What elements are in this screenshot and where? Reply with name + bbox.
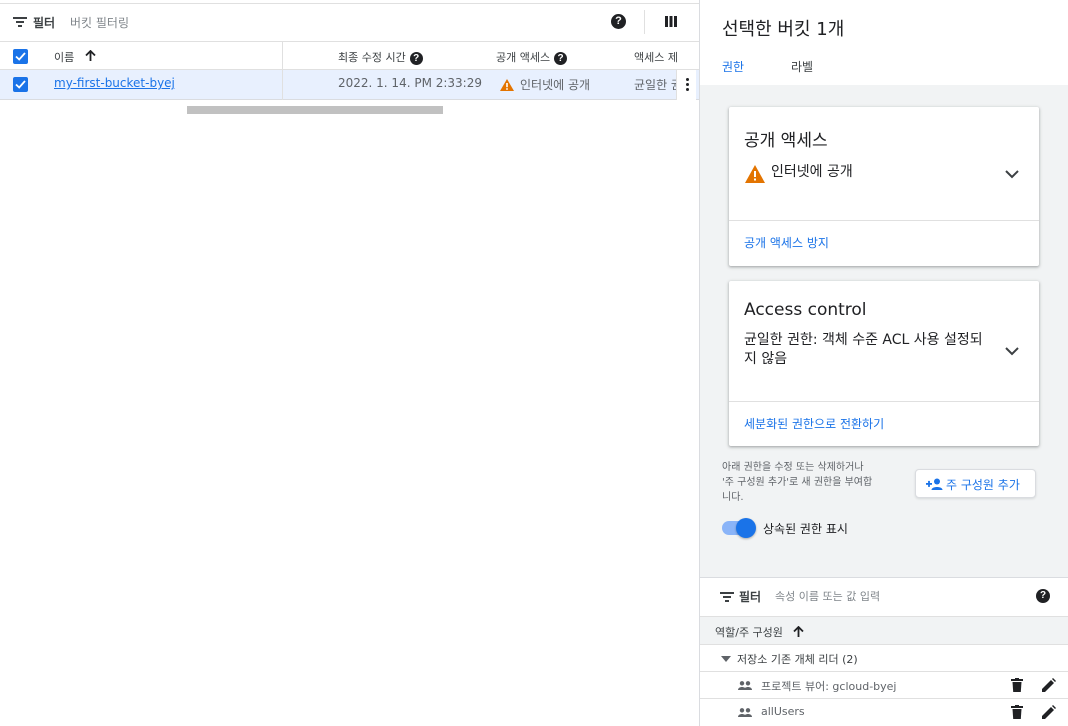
access-control-cell: 균일한 권 bbox=[634, 78, 676, 92]
group-icon bbox=[738, 708, 752, 717]
toggle-thumb bbox=[736, 518, 756, 538]
info-line: '주 구성원 추가'로 새 권한을 부여합 bbox=[722, 477, 873, 488]
updated-cell: 2022. 1. 14. PM 2:33:29 bbox=[338, 76, 482, 90]
info-panel: 선택한 버킷 1개 권한 라벨 공개 액세스 인터넷에 공개 공개 액세스 방지… bbox=[699, 0, 1068, 726]
tab-permissions[interactable]: 권한 bbox=[722, 58, 744, 75]
member-label: 프로젝트 뷰어: gcloud-byej bbox=[761, 680, 897, 693]
toolbar-divider bbox=[644, 10, 645, 34]
row-checkbox[interactable] bbox=[13, 77, 28, 92]
access-control-card: Access control 균일한 권한: 객체 수준 ACL 사용 설정되 … bbox=[729, 281, 1039, 446]
header-name[interactable]: 이름 bbox=[54, 49, 96, 65]
trash-icon[interactable] bbox=[1011, 678, 1023, 692]
filter-icon[interactable] bbox=[720, 592, 734, 602]
role-group-label: 저장소 기존 개체 리더 (2) bbox=[737, 653, 858, 666]
panel-header: 선택한 버킷 1개 권한 라벨 bbox=[700, 0, 1068, 85]
chevron-down-icon[interactable] bbox=[1005, 347, 1019, 356]
bucket-toolbar: 필터 버킷 필터링 ? bbox=[0, 4, 699, 41]
tab-labels[interactable]: 라벨 bbox=[791, 58, 813, 75]
role-group-row[interactable]: 저장소 기존 개체 리더 (2) bbox=[700, 644, 1068, 671]
permissions-header: 역할/주 구성원 bbox=[700, 616, 1068, 644]
select-all-checkbox[interactable] bbox=[13, 49, 28, 64]
bucket-list-pane: 필터 버킷 필터링 ? 이름 최종 수정 시간? 공개 액세스 ? 액세스 제 … bbox=[0, 0, 699, 726]
more-options-icon[interactable] bbox=[676, 70, 696, 100]
card-divider bbox=[729, 401, 1039, 402]
inherited-permissions-label: 상속된 권한 표시 bbox=[763, 522, 848, 536]
sort-ascending-icon[interactable] bbox=[793, 625, 805, 638]
header-role-principal-label: 역할/주 구성원 bbox=[715, 626, 783, 639]
list-item[interactable]: allUsers bbox=[700, 698, 1068, 725]
header-name-label: 이름 bbox=[54, 51, 75, 64]
header-public-access-label: 공개 액세스 bbox=[496, 51, 551, 64]
add-principal-label: 주 구성원 추가 bbox=[946, 478, 1020, 492]
prevent-public-access-link[interactable]: 공개 액세스 방지 bbox=[744, 234, 829, 251]
warning-icon bbox=[500, 79, 514, 91]
add-person-icon bbox=[926, 478, 943, 490]
sort-ascending-icon[interactable] bbox=[85, 49, 96, 62]
info-line: 니다. bbox=[722, 492, 744, 503]
access-control-status: 균일한 권한: 객체 수준 ACL 사용 설정되 지 않음 bbox=[744, 331, 1009, 369]
column-display-icon[interactable] bbox=[665, 16, 677, 27]
edit-pencil-icon[interactable] bbox=[1042, 705, 1056, 719]
check-icon bbox=[15, 80, 26, 89]
trash-icon[interactable] bbox=[1011, 705, 1023, 719]
warning-icon bbox=[745, 165, 765, 183]
inherited-permissions-toggle[interactable] bbox=[722, 518, 756, 538]
check-icon bbox=[15, 52, 26, 61]
public-access-status: 인터넷에 공개 bbox=[771, 164, 853, 180]
table-row[interactable]: my-first-bucket-byej 2022. 1. 14. PM 2:3… bbox=[0, 70, 699, 100]
panel-title: 선택한 버킷 1개 bbox=[722, 19, 845, 40]
public-access-status: 인터넷에 공개 bbox=[520, 78, 591, 92]
add-principal-button[interactable]: 주 구성원 추가 bbox=[915, 469, 1036, 498]
header-updated-label: 최종 수정 시간 bbox=[338, 51, 406, 64]
permissions-info-text: 아래 권한을 수정 또는 삭제하거나 '주 구성원 추가'로 새 권한을 부여합… bbox=[722, 460, 897, 505]
help-icon[interactable]: ? bbox=[554, 51, 568, 65]
edit-pencil-icon[interactable] bbox=[1042, 678, 1056, 692]
column-divider[interactable] bbox=[282, 42, 283, 71]
switch-fine-grained-link[interactable]: 세분화된 권한으로 전환하기 bbox=[744, 415, 884, 432]
access-control-title: Access control bbox=[744, 300, 867, 320]
header-updated[interactable]: 최종 수정 시간? bbox=[338, 49, 423, 65]
public-access-title: 공개 액세스 bbox=[744, 131, 828, 151]
help-icon[interactable]: ? bbox=[1036, 589, 1050, 603]
table-header: 이름 최종 수정 시간? 공개 액세스? 액세스 제 bbox=[0, 41, 699, 71]
filter-label[interactable]: 필터 bbox=[33, 14, 55, 31]
card-divider bbox=[729, 220, 1039, 221]
public-access-cell: 인터넷에 공개 bbox=[500, 76, 590, 93]
access-control-status-line: 지 않음 bbox=[744, 351, 788, 367]
chevron-down-icon[interactable] bbox=[1005, 170, 1019, 179]
horizontal-scrollbar[interactable] bbox=[187, 106, 443, 114]
bucket-name-link[interactable]: my-first-bucket-byej bbox=[54, 76, 175, 90]
help-icon[interactable]: ? bbox=[611, 14, 626, 29]
member-label: allUsers bbox=[761, 705, 805, 718]
help-icon[interactable]: ? bbox=[409, 51, 423, 65]
permissions-list: 필터 속성 이름 또는 값 입력 ? 역할/주 구성원 저장소 기존 개체 리더… bbox=[700, 577, 1068, 726]
public-access-card: 공개 액세스 인터넷에 공개 공개 액세스 방지 bbox=[729, 107, 1039, 266]
permission-filter-input[interactable]: 속성 이름 또는 값 입력 bbox=[775, 588, 880, 604]
header-access-control[interactable]: 액세스 제 bbox=[634, 49, 699, 65]
header-role-principal[interactable]: 역할/주 구성원 bbox=[715, 624, 805, 640]
info-line: 아래 권한을 수정 또는 삭제하거나 bbox=[722, 462, 864, 473]
group-icon bbox=[738, 681, 752, 690]
column-divider bbox=[282, 70, 283, 100]
access-control-status-line: 균일한 권한: 객체 수준 ACL 사용 설정되 bbox=[744, 332, 983, 348]
filter-icon[interactable] bbox=[13, 17, 27, 27]
bucket-name-cell: my-first-bucket-byej bbox=[54, 76, 175, 90]
list-item[interactable]: 프로젝트 뷰어: gcloud-byej bbox=[700, 671, 1068, 698]
filter-label[interactable]: 필터 bbox=[739, 588, 761, 605]
header-public-access[interactable]: 공개 액세스? bbox=[496, 49, 568, 65]
caret-down-icon[interactable] bbox=[721, 656, 731, 662]
bucket-filter-input[interactable]: 버킷 필터링 bbox=[70, 14, 129, 31]
